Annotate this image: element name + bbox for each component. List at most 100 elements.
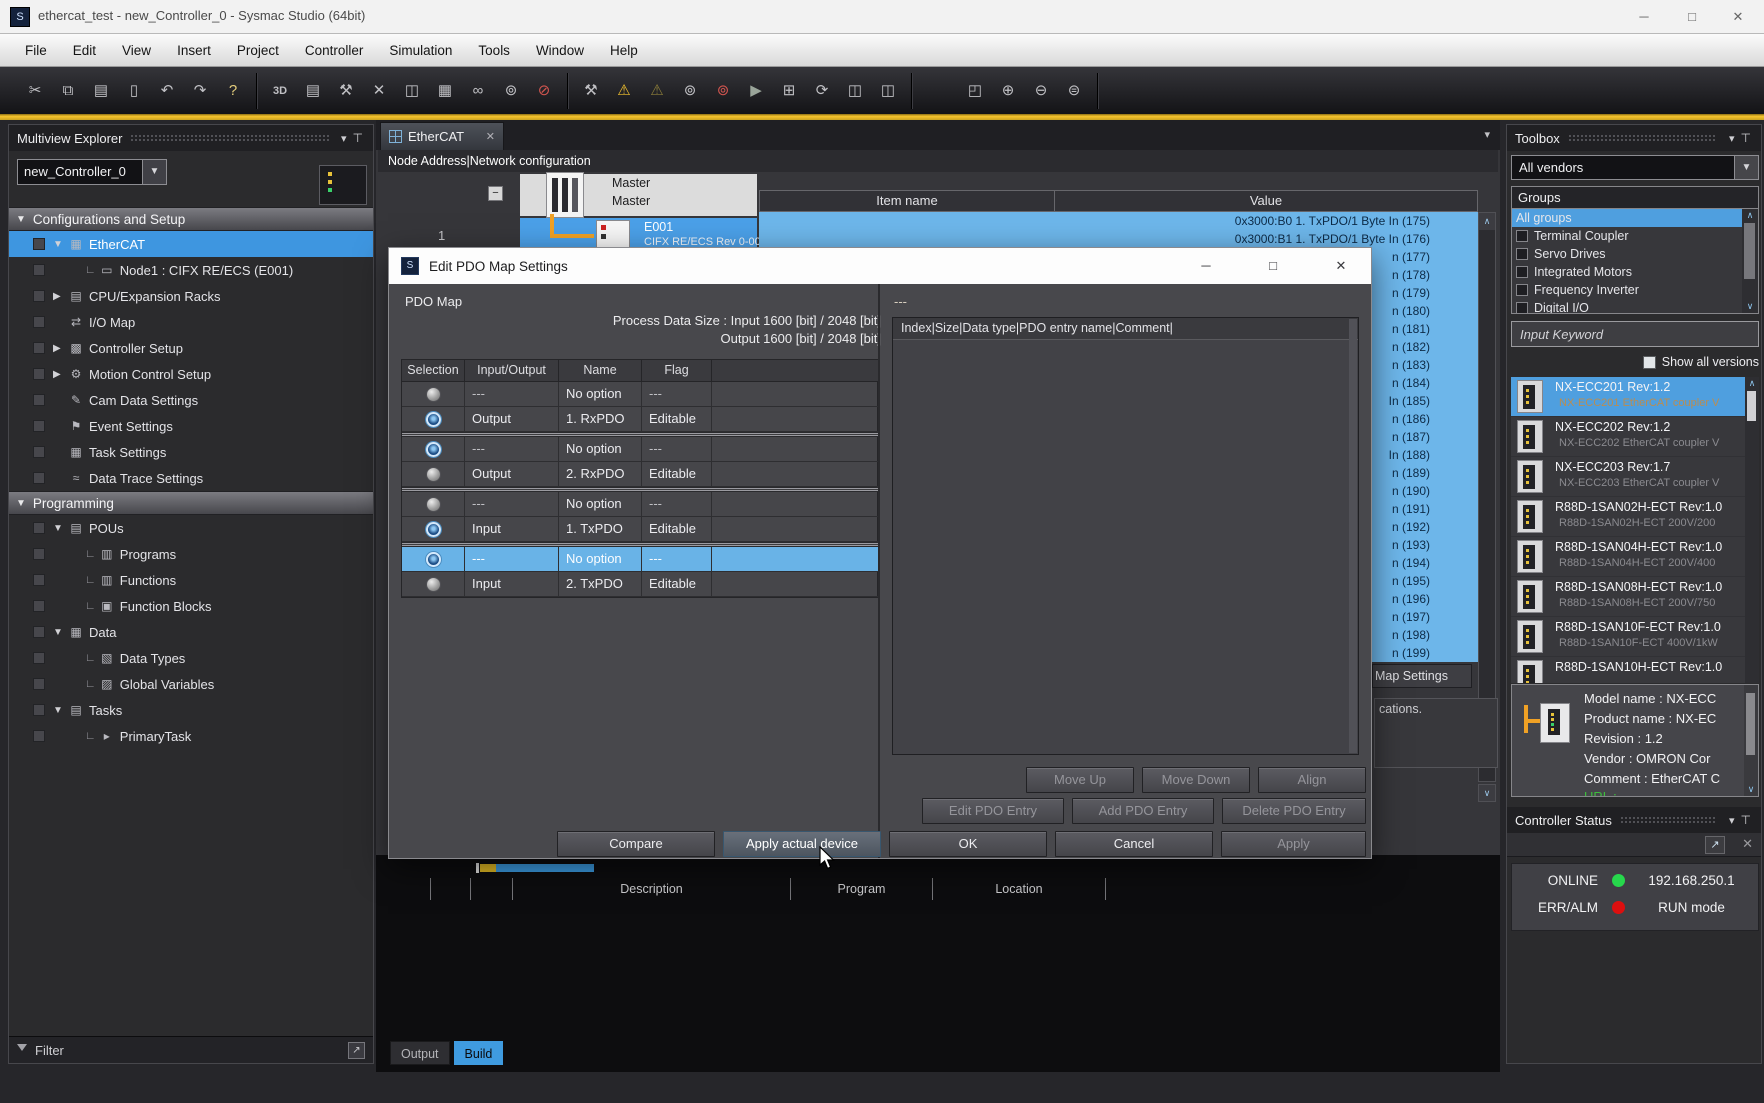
build-icon[interactable]: ⚒ xyxy=(337,73,355,109)
scroll-up-icon[interactable]: ∧ xyxy=(1479,213,1495,230)
warning-dim-icon[interactable]: ⚠ xyxy=(648,73,666,109)
window-minimize-button[interactable]: ─ xyxy=(1624,4,1664,30)
pdo-cell-flag[interactable]: --- xyxy=(642,492,712,517)
move-down-button[interactable]: Move Down xyxy=(1142,767,1250,793)
pin-icon[interactable]: ⊤ xyxy=(1739,813,1753,827)
item-table-row-partial[interactable]: n (179) xyxy=(1372,284,1478,302)
undo-icon[interactable]: ↶ xyxy=(158,73,176,109)
chevron-down-icon[interactable]: ▾ xyxy=(337,132,351,145)
menu-item-tools[interactable]: Tools xyxy=(465,34,523,67)
pdo-radio-selected[interactable] xyxy=(426,552,441,567)
compare-checkbox[interactable] xyxy=(33,316,45,328)
item-table-row-partial[interactable]: n (194) xyxy=(1372,554,1478,572)
pdo-cell-pdo[interactable]: 2. RxPDO xyxy=(559,462,642,487)
compare-checkbox[interactable] xyxy=(33,238,45,250)
delete-pdo-entry-button[interactable]: Delete PDO Entry xyxy=(1222,798,1366,824)
tab-close-icon[interactable]: ✕ xyxy=(486,130,495,143)
pdo-entry-scroll-strip[interactable] xyxy=(1349,319,1357,753)
add-pdo-entry-button[interactable]: Add PDO Entry xyxy=(1072,798,1214,824)
item-table-row-partial[interactable]: In (188) xyxy=(1372,446,1478,464)
expand-icon[interactable]: ↗ xyxy=(1705,836,1725,854)
group-item-frequency-inverter[interactable]: Frequency Inverter xyxy=(1512,281,1742,299)
item-table-row-partial[interactable]: n (191) xyxy=(1372,500,1478,518)
sidebar-item-cpu-expansion-racks[interactable]: ▶▤CPU/Expansion Racks xyxy=(9,283,373,309)
compare-checkbox[interactable] xyxy=(33,626,45,638)
search-icon[interactable]: ⊚ xyxy=(502,73,520,109)
item-table-row-partial[interactable]: n (187) xyxy=(1372,428,1478,446)
groups-scrollbar[interactable]: ∧ ∨ xyxy=(1742,209,1758,313)
find-error-icon[interactable]: ⊚ xyxy=(714,73,732,109)
print-icon[interactable]: ▤ xyxy=(304,73,322,109)
pdo-cell-flag[interactable]: Editable xyxy=(642,517,712,542)
watch-window-icon[interactable]: ◫ xyxy=(403,73,421,109)
group-item-all-groups[interactable]: All groups xyxy=(1512,209,1742,227)
align-button[interactable]: Align xyxy=(1258,767,1366,793)
item-table-row-partial[interactable]: n (180) xyxy=(1372,302,1478,320)
scroll-down-icon[interactable]: ∨ xyxy=(1742,301,1758,312)
pdo-cell-io[interactable]: Output xyxy=(465,462,559,487)
sidebar-item-global-variables[interactable]: ∟▨Global Variables xyxy=(9,671,373,697)
menu-item-view[interactable]: View xyxy=(109,34,164,67)
scrollbar-thumb[interactable] xyxy=(1744,223,1755,279)
sidebar-item-event-settings[interactable]: ⚑Event Settings xyxy=(9,413,373,439)
compare-checkbox[interactable] xyxy=(33,548,45,560)
close-icon[interactable]: ✕ xyxy=(1742,836,1753,852)
edit-pdo-map-settings-button-partial[interactable]: Map Settings xyxy=(1372,664,1472,688)
sidebar-item-pous[interactable]: ▼▤POUs xyxy=(9,515,373,541)
item-table-row-partial[interactable]: n (183) xyxy=(1372,356,1478,374)
scroll-up-icon[interactable]: ∧ xyxy=(1742,210,1758,221)
sidebar-item-io-map[interactable]: ⇄I/O Map xyxy=(9,309,373,335)
pdo-cell-io[interactable]: Input xyxy=(465,517,559,542)
sidebar-item-function-blocks[interactable]: ∟▣Function Blocks xyxy=(9,593,373,619)
item-table-scrollbar[interactable]: ∧ xyxy=(1478,212,1496,782)
cancel-button[interactable]: Cancel xyxy=(1055,831,1213,857)
scroll-up-icon[interactable]: ∧ xyxy=(1745,378,1759,389)
item-table-row-partial[interactable]: n (181) xyxy=(1372,320,1478,338)
stop-icon[interactable]: ⊘ xyxy=(535,73,553,109)
tree-section-configurations-and-setup[interactable]: ▼Configurations and Setup xyxy=(9,207,373,231)
menu-item-edit[interactable]: Edit xyxy=(60,34,109,67)
show-all-versions-checkbox[interactable] xyxy=(1643,356,1656,369)
keyword-search-input[interactable] xyxy=(1511,321,1759,347)
pdo-cell-pdo[interactable]: No option xyxy=(559,382,642,407)
details-scrollbar[interactable]: ∨ xyxy=(1744,685,1758,796)
pdo-radio-unselected[interactable] xyxy=(426,387,441,402)
collapse-node-button[interactable]: − xyxy=(488,186,503,201)
menu-item-file[interactable]: File xyxy=(12,34,60,67)
zoom-in-icon[interactable]: ⊕ xyxy=(999,73,1017,109)
menu-item-insert[interactable]: Insert xyxy=(164,34,224,67)
expander-icon[interactable]: ▼ xyxy=(53,239,67,250)
scrollbar-thumb[interactable] xyxy=(1747,391,1756,421)
pdo-cell-flag[interactable]: --- xyxy=(642,437,712,462)
item-table-row-partial[interactable]: n (193) xyxy=(1372,536,1478,554)
pdo-cell-flag[interactable]: Editable xyxy=(642,407,712,432)
compare-checkbox[interactable] xyxy=(33,394,45,406)
chevron-down-icon[interactable]: ▼ xyxy=(1734,156,1758,179)
pdo-cell-io[interactable]: --- xyxy=(465,547,559,572)
group-item-digital-i-o[interactable]: Digital I/O xyxy=(1512,299,1742,313)
compare-checkbox[interactable] xyxy=(33,600,45,612)
expand-icon[interactable]: ↗ xyxy=(348,1042,365,1059)
expander-icon[interactable]: ▶ xyxy=(53,369,67,380)
sidebar-item-tasks[interactable]: ▼▤Tasks xyxy=(9,697,373,723)
chevron-down-icon[interactable]: ▼ xyxy=(142,160,166,184)
compare-checkbox[interactable] xyxy=(33,574,45,586)
pdo-cell-pdo[interactable]: No option xyxy=(559,547,642,572)
sidebar-item-controller-setup[interactable]: ▶▩Controller Setup xyxy=(9,335,373,361)
item-table-row-partial[interactable]: n (178) xyxy=(1372,266,1478,284)
window-close-button[interactable]: ✕ xyxy=(1718,4,1758,30)
expander-icon[interactable]: ▼ xyxy=(53,523,67,534)
io-map-icon[interactable]: ∞ xyxy=(469,73,487,109)
item-table-row[interactable]: 0x3000:B1 1. TxPDO/1 Byte In (176) xyxy=(759,230,1478,248)
compare-checkbox[interactable] xyxy=(33,522,45,534)
abort-icon[interactable]: ✕ xyxy=(370,73,388,109)
pin-icon[interactable]: ⊤ xyxy=(1739,131,1753,145)
pdo-cell-io[interactable]: Input xyxy=(465,572,559,597)
pdo-cell-pdo[interactable]: No option xyxy=(559,437,642,462)
pdo-cell-pdo[interactable]: 1. TxPDO xyxy=(559,517,642,542)
group-item-servo-drives[interactable]: Servo Drives xyxy=(1512,245,1742,263)
pdo-cell-flag[interactable]: Editable xyxy=(642,462,712,487)
sidebar-item-data[interactable]: ▼▦Data xyxy=(9,619,373,645)
controller-dropdown[interactable]: new_Controller_0 ▼ xyxy=(17,159,167,185)
compare-checkbox[interactable] xyxy=(33,704,45,716)
